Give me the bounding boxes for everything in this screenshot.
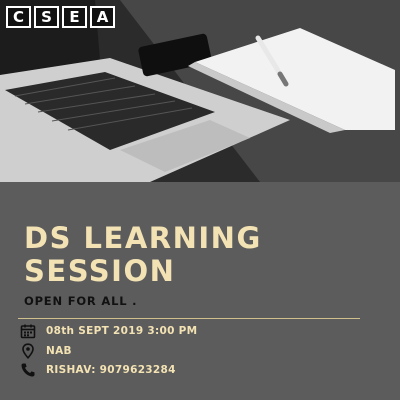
venue-text: NAB <box>46 345 72 357</box>
event-poster: C S E A DS LEARNING SESSION OPEN FOR ALL… <box>0 0 400 400</box>
date-time-text: 08th SEPT 2019 3:00 PM <box>46 325 198 337</box>
phone-icon <box>20 362 36 378</box>
event-info-panel: DS LEARNING SESSION OPEN FOR ALL . 08th … <box>0 182 400 400</box>
contact-row: RISHAV: 9079623284 <box>20 362 176 378</box>
divider-line <box>18 318 360 319</box>
location-pin-icon <box>20 343 36 359</box>
logo-letter-e: E <box>62 6 87 28</box>
logo-letter-c: C <box>6 6 31 28</box>
event-title-line-1: DS LEARNING <box>24 221 262 255</box>
logo-letter-s: S <box>34 6 59 28</box>
venue-row: NAB <box>20 343 72 359</box>
date-time-row: 08th SEPT 2019 3:00 PM <box>20 323 197 339</box>
contact-text: RISHAV: 9079623284 <box>46 364 176 376</box>
event-title: DS LEARNING SESSION <box>24 222 262 288</box>
event-title-line-2: SESSION <box>24 254 176 288</box>
csea-logo: C S E A <box>6 6 115 28</box>
calendar-icon <box>20 323 36 339</box>
logo-letter-a: A <box>90 6 115 28</box>
event-subtitle: OPEN FOR ALL . <box>24 294 138 308</box>
hero-photo: C S E A <box>0 0 400 182</box>
